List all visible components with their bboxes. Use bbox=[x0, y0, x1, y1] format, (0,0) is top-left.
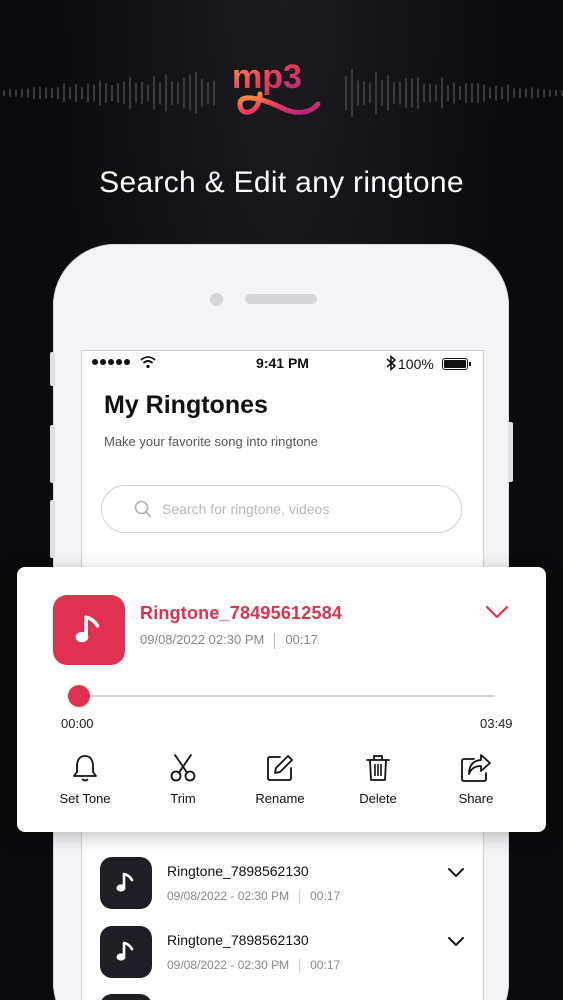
search-input[interactable] bbox=[162, 498, 442, 520]
chevron-down-icon[interactable] bbox=[483, 603, 511, 621]
ringtone-thumbnail bbox=[53, 595, 125, 665]
ringtone-name: Ringtone_7898562130 bbox=[167, 932, 309, 948]
trim-button[interactable]: Trim bbox=[135, 753, 231, 806]
phone-camera bbox=[210, 293, 223, 306]
music-note-icon bbox=[116, 872, 134, 892]
ringtone-thumbnail bbox=[100, 926, 152, 978]
ringtone-date: 09/08/2022 - 02:30 PM bbox=[167, 889, 290, 903]
share-button[interactable]: Share bbox=[428, 753, 524, 806]
phone-side-button bbox=[508, 422, 513, 482]
phone-side-button bbox=[50, 425, 55, 483]
share-icon bbox=[461, 754, 491, 782]
chevron-down-icon[interactable] bbox=[446, 934, 466, 948]
set-tone-button[interactable]: Set Tone bbox=[37, 753, 133, 806]
list-item[interactable]: Ringtone_7898562130 09/08/2022 - 02:30 P… bbox=[100, 857, 470, 911]
ringtone-meta: 09/08/2022 - 02:30 PM 00:17 bbox=[167, 889, 340, 904]
edit-icon bbox=[267, 755, 293, 781]
chevron-down-icon[interactable] bbox=[446, 865, 466, 879]
total-time: 03:49 bbox=[480, 716, 513, 731]
expanded-ringtone-card: Ringtone_78495612584 09/08/2022 02:30 PM… bbox=[17, 567, 546, 832]
ringtone-date: 09/08/2022 - 02:30 PM bbox=[167, 958, 290, 972]
ringtone-duration: 00:17 bbox=[310, 889, 341, 903]
ringtone-meta: 09/08/2022 02:30 PM 00:17 bbox=[140, 632, 318, 649]
battery-icon bbox=[442, 358, 471, 370]
battery-percent: 100% bbox=[398, 356, 434, 372]
phone-side-button bbox=[50, 500, 55, 558]
phone-speaker bbox=[245, 294, 317, 304]
status-bar: 9:41 PM 100% bbox=[82, 351, 483, 375]
phone-side-button bbox=[50, 352, 55, 386]
search-icon bbox=[134, 500, 152, 518]
bell-icon bbox=[73, 755, 97, 782]
music-note-icon bbox=[75, 615, 100, 643]
set-tone-label: Set Tone bbox=[59, 791, 111, 806]
promo-headline: Search & Edit any ringtone bbox=[99, 166, 464, 199]
ringtone-meta: 09/08/2022 - 02:30 PM 00:17 bbox=[167, 958, 340, 973]
page-subtitle: Make your favorite song into ringtone bbox=[104, 434, 318, 449]
ringtone-duration: 00:17 bbox=[310, 958, 341, 972]
playback-progress-handle[interactable] bbox=[68, 685, 90, 707]
list-item[interactable]: Ringtone_7898562130 09/08/2022 - 02:30 P… bbox=[100, 926, 470, 980]
rename-button[interactable]: Rename bbox=[232, 753, 328, 806]
scissors-icon bbox=[170, 754, 196, 782]
ringtone-thumbnail bbox=[100, 857, 152, 909]
search-bar[interactable] bbox=[101, 485, 462, 533]
delete-label: Delete bbox=[359, 791, 397, 806]
page-title: My Ringtones bbox=[104, 391, 268, 419]
music-note-icon bbox=[116, 941, 134, 961]
delete-button[interactable]: Delete bbox=[330, 753, 426, 806]
ringtone-thumbnail bbox=[100, 994, 152, 1000]
ringtone-name: Ringtone_7898562130 bbox=[167, 863, 309, 879]
trim-label: Trim bbox=[170, 791, 196, 806]
playback-progress-track[interactable] bbox=[79, 695, 495, 697]
mp3-logo: mp3 bbox=[232, 58, 321, 131]
bluetooth-icon bbox=[386, 355, 397, 371]
share-label: Share bbox=[458, 791, 494, 806]
ringtone-duration: 00:17 bbox=[285, 632, 318, 647]
ringtone-date: 09/08/2022 02:30 PM bbox=[140, 632, 265, 647]
elapsed-time: 00:00 bbox=[61, 716, 94, 731]
rename-label: Rename bbox=[255, 791, 305, 806]
svg-text:mp3: mp3 bbox=[232, 58, 302, 96]
ringtone-name: Ringtone_78495612584 bbox=[140, 603, 343, 623]
trash-icon bbox=[366, 755, 390, 781]
